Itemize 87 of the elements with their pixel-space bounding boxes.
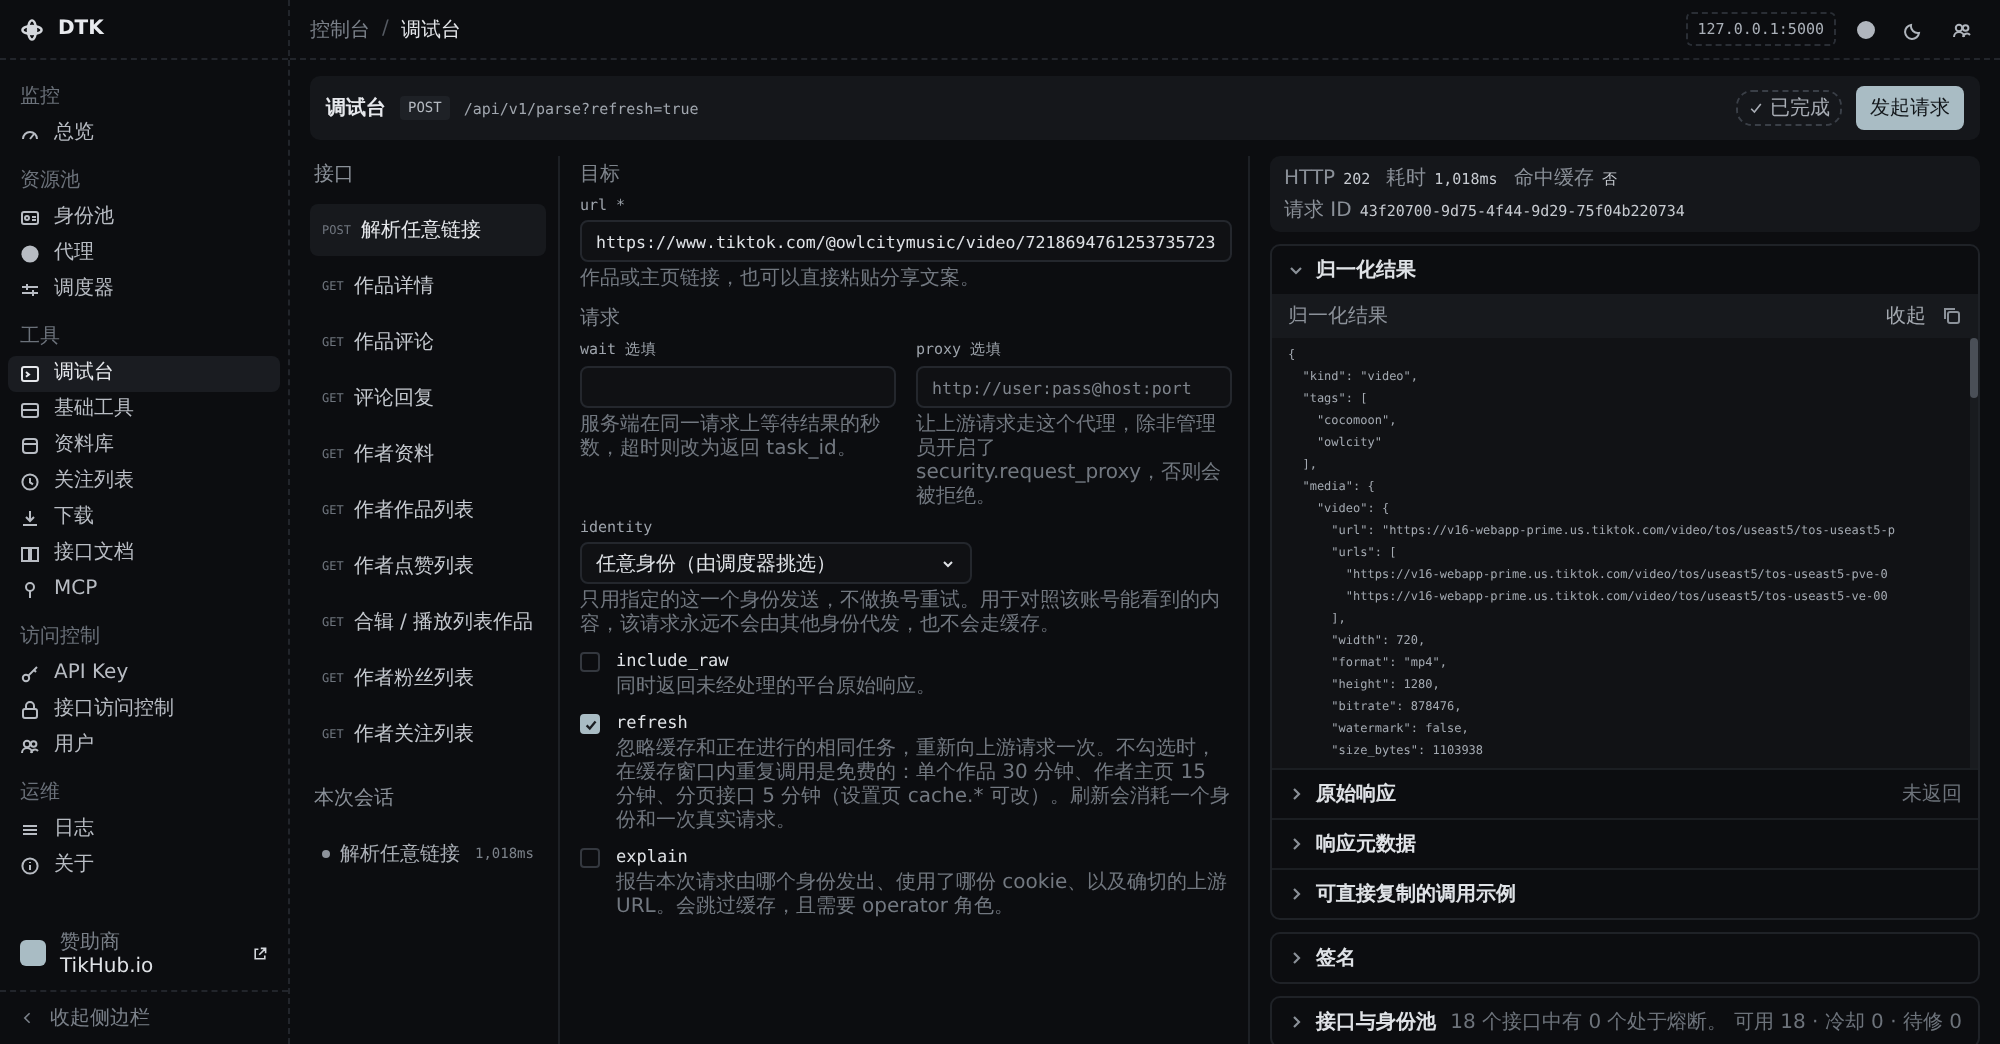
checkbox[interactable] xyxy=(580,848,600,868)
breadcrumb-link[interactable]: 控制台 xyxy=(310,15,370,43)
caret-icon xyxy=(939,555,956,571)
nav-item[interactable]: 身份池 xyxy=(8,200,280,236)
chevron-left-icon xyxy=(20,1010,36,1026)
column-title: 接口 xyxy=(312,161,356,190)
sliders-icon xyxy=(20,280,40,300)
field-hint: 让上游请求走这个代理，除非管理员开启了 security.request_proxy，否则会被拒绝。 xyxy=(916,414,1224,510)
option-hint: 同时返回未经处理的平台原始响应。 xyxy=(616,676,938,700)
option-hint: 报告本次请求由哪个身份发出、使用了哪份 cookie、以及确切的上游 URL。会跳过缓存，且需要 operator 角色。 xyxy=(616,872,1230,920)
session-item[interactable]: 解析任意链接 xyxy=(340,840,465,868)
key-icon xyxy=(20,664,40,684)
nav-item[interactable]: 下载 xyxy=(8,500,280,536)
terminal-icon xyxy=(20,364,40,384)
nav-item[interactable]: 关注列表 xyxy=(8,464,280,500)
status-label: HTTP xyxy=(1284,168,1336,190)
section-header[interactable]: 接口与身份池 18 个接口中有 0 个处于熔断。 可用 18 · 冷却 0 · 待修 0 xyxy=(1272,998,1978,1044)
moon-icon xyxy=(1904,19,1924,39)
sponsor-caption: 赞助商 xyxy=(60,929,122,956)
copy-icon xyxy=(1942,306,1962,326)
section-heading: 目标 xyxy=(580,161,622,188)
session-title: 本次会话 xyxy=(312,785,396,814)
section-header[interactable]: 原始响应 未返回 xyxy=(1272,768,1978,818)
sponsor-name[interactable]: TikHub.io xyxy=(60,956,238,978)
users-icon xyxy=(1952,19,1972,39)
send-request-button[interactable]: 发起请求 xyxy=(1856,86,1964,130)
nav-item[interactable]: 资料库 xyxy=(8,428,280,464)
breadcrumb-current: 调试台 xyxy=(400,17,461,43)
proxy-field[interactable]: http://user:pass@host:port xyxy=(916,366,1232,408)
nav-item[interactable]: 日志 xyxy=(8,812,280,848)
field-hint: 服务端在同一请求上等待结果的秒数，超时则改为返回 task_id。 xyxy=(580,414,882,462)
list-icon xyxy=(20,820,40,840)
option-name: explain xyxy=(616,848,690,868)
nav-item[interactable]: 接口文档 xyxy=(8,536,280,572)
status-label: 请求 ID xyxy=(1284,197,1352,224)
status-label: 命中缓存 xyxy=(1513,165,1594,192)
option-name: refresh xyxy=(616,714,690,734)
nav-item[interactable]: 调度器 xyxy=(8,272,280,308)
panel-title: 归一化结果 xyxy=(1288,303,1388,330)
nav-item[interactable]: 接口访问控制 xyxy=(8,692,280,728)
nav-item[interactable]: 关于 xyxy=(8,848,280,884)
nav-group-title: 资源池 xyxy=(18,167,82,196)
check-icon xyxy=(1748,100,1764,116)
nav-item[interactable]: 总览 xyxy=(8,116,280,152)
sponsor-logo xyxy=(20,940,46,966)
nav-group-title: 工具 xyxy=(18,324,62,352)
nav-item[interactable]: 用户 xyxy=(8,728,280,764)
url-field[interactable]: https://www.tiktok.com/@owlcitymusic/video/7218694761253735723 xyxy=(580,220,1232,262)
nav-group-title: 运维 xyxy=(18,779,62,808)
section-header[interactable]: 归一化结果 xyxy=(1272,246,1978,294)
wait-field[interactable] xyxy=(580,366,896,408)
section-heading: 请求 xyxy=(580,305,622,332)
nav-item[interactable]: API Key xyxy=(8,656,280,692)
collapse-link[interactable]: 收起 xyxy=(1886,302,1926,330)
field-hint: 只用指定的这一个身份发送，不做换号重试。用于对照该账号能看到的内容，该请求永远不会由其他身份代发，也不会走缓存。 xyxy=(580,590,1222,638)
status-badge: 已完成 xyxy=(1736,90,1842,126)
brand-name: DTK xyxy=(58,18,104,40)
info-icon xyxy=(20,856,40,876)
id-card-icon xyxy=(20,208,40,228)
section-header[interactable]: 可直接复制的调用示例 xyxy=(1272,868,1978,918)
nav-item[interactable]: MCP xyxy=(8,572,280,608)
section-header[interactable]: 响应元数据 xyxy=(1272,818,1978,868)
nav-item[interactable]: 调试台 xyxy=(8,356,280,392)
nav-item[interactable]: 代理 xyxy=(8,236,280,272)
status-label: 耗时 xyxy=(1386,165,1427,192)
field-hint: 作品或主页链接，也可以直接粘贴分享文案。 xyxy=(580,268,982,292)
scrollbar-thumb[interactable] xyxy=(1970,338,1978,398)
collapse-sidebar-button[interactable]: 收起侧边栏 xyxy=(0,990,288,1044)
option-hint: 忽略缓存和正在进行的相同任务，重新向上游请求一次。不勾选时，在缓存窗口内重复调用是免费的：单个作品 30 分钟、作者主页 15 分钟、分页接口 5 分钟（设置页 cache.* 可改）。刷新会消耗一个身份和一次真实请求。 xyxy=(616,738,1232,834)
checkbox[interactable] xyxy=(580,652,600,672)
download-icon xyxy=(20,508,40,528)
section-header[interactable]: 签名 xyxy=(1272,934,1978,982)
nav-group-title: 监控 xyxy=(18,84,62,112)
clock-icon xyxy=(20,472,40,492)
nav-item[interactable]: 基础工具 xyxy=(8,392,280,428)
checkbox[interactable] xyxy=(580,714,600,734)
nav-group-title: 访问控制 xyxy=(18,623,102,652)
request-title: 调试台 xyxy=(326,95,386,122)
breadcrumb-separator: / xyxy=(382,18,389,40)
identity-select[interactable]: 任意身份（由调度器挑选） xyxy=(580,542,972,584)
external-link-icon xyxy=(252,945,268,961)
status-dot xyxy=(322,850,330,858)
book-icon xyxy=(20,544,40,564)
users-icon xyxy=(20,736,40,756)
plug-icon xyxy=(20,580,40,600)
option-name: include_raw xyxy=(616,652,731,672)
lock-icon xyxy=(20,700,40,720)
